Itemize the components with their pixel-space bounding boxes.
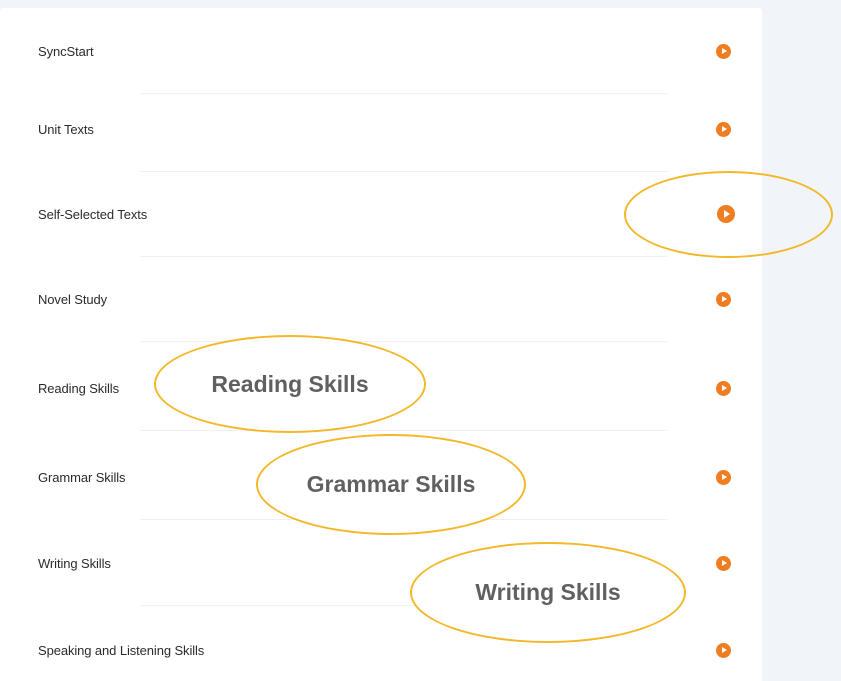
menu-item-label: Grammar Skills [38, 469, 126, 485]
play-circle-icon[interactable] [716, 555, 731, 571]
menu-item-label: Novel Study [38, 291, 107, 307]
menu-item-label: Unit Texts [38, 121, 94, 137]
menu-item-label: SyncStart [38, 43, 94, 59]
screen: SyncStart Unit Texts Self-Selected Texts… [0, 0, 841, 681]
callout-writing-skills: Writing Skills [410, 542, 686, 643]
highlight-ring [624, 171, 833, 258]
menu-item-label: Self-Selected Texts [38, 206, 148, 222]
play-circle-icon[interactable] [716, 469, 731, 485]
play-circle-icon[interactable] [716, 642, 731, 658]
play-circle-icon[interactable] [716, 291, 731, 307]
menu-item-label: Reading Skills [38, 380, 119, 396]
row-divider [140, 430, 667, 431]
menu-item-unit-texts[interactable]: Unit Texts [0, 86, 762, 172]
play-circle-icon[interactable] [716, 121, 731, 137]
menu-item-label: Writing Skills [38, 555, 111, 571]
callout-reading-skills: Reading Skills [154, 335, 426, 433]
play-circle-icon[interactable] [716, 43, 731, 59]
play-circle-icon[interactable] [716, 380, 731, 396]
callout-grammar-skills: Grammar Skills [256, 434, 526, 535]
menu-item-label: Speaking and Listening Skills [38, 642, 205, 658]
menu-item-syncstart[interactable]: SyncStart [0, 8, 762, 94]
menu-item-novel-study[interactable]: Novel Study [0, 256, 762, 342]
